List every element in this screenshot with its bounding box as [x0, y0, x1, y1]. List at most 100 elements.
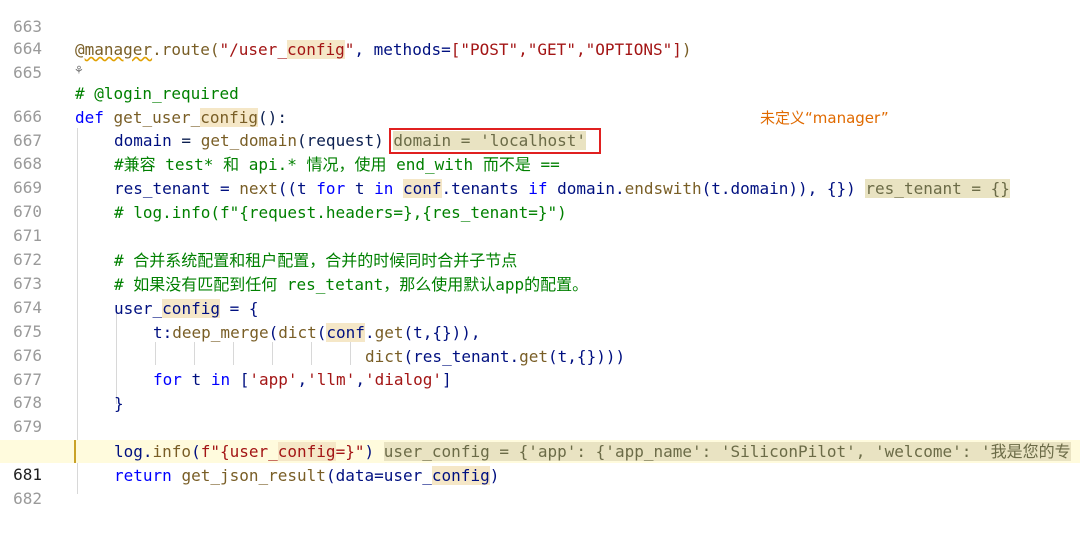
code-editor[interactable]: 663 664 665 @manager.route("/user_config… [0, 0, 1080, 508]
route-close: ) [681, 40, 692, 59]
code-line[interactable]: 675 user_config = { [0, 297, 1080, 341]
config-highlight: conf [403, 179, 442, 198]
code-line[interactable]: 666 # @login_required [0, 82, 1080, 126]
function-call: get [374, 323, 404, 342]
function-call: dict [278, 323, 317, 342]
code-token: , [297, 370, 308, 389]
code-text: return get_json_result(data=user_config) [114, 464, 499, 487]
code-line[interactable]: 679 } [0, 392, 1080, 436]
route-string-end: " [344, 40, 355, 59]
config-highlight: config [277, 442, 336, 461]
code-token: ( [268, 323, 279, 342]
code-token: ] [442, 370, 452, 389]
code-token: ) [364, 442, 375, 461]
code-token: (data=user_ [325, 466, 432, 485]
code-token: .tenants [441, 179, 529, 198]
string-literal: 'app' [249, 370, 298, 389]
function-call: dict [365, 347, 404, 366]
function-name: get_user_ [113, 108, 201, 127]
comment: #兼容 test* 和 api.* 情况，使用 end_with 而不是 == [114, 155, 560, 174]
config-highlight: config [431, 466, 490, 485]
code-text: log.info(f"{user_config=}") user_config … [114, 440, 1071, 463]
function-call: info [152, 442, 192, 461]
code-line[interactable]: 665 @manager.route("/user_config", metho… [0, 38, 1080, 127]
code-text: def get_user_config(): [75, 106, 287, 129]
in-keyword: in [374, 179, 394, 198]
code-token: res_tenant = [114, 179, 240, 198]
return-keyword: return [114, 466, 172, 485]
code-line[interactable]: 672 [0, 225, 1080, 269]
code-line[interactable]: 669 #兼容 test* 和 api.* 情况，使用 end_with 而不是… [0, 153, 1080, 197]
config-highlight: config [162, 299, 220, 318]
code-token: domain. [547, 179, 625, 198]
code-token: , [355, 370, 365, 389]
code-token: (t.domain)), {}) [701, 179, 856, 198]
code-text: @manager.route("/user_config", methods=[… [75, 38, 692, 61]
for-keyword: for [153, 370, 182, 389]
code-line[interactable]: 664 [0, 14, 1080, 58]
string-literal: 'llm' [307, 370, 356, 389]
if-keyword: if [528, 179, 548, 198]
variable: domain [114, 131, 172, 150]
config-highlight: conf [326, 323, 365, 342]
code-line[interactable]: 673 # 合并系统配置和租户配置，合并的时候同时合并子节点 [0, 249, 1080, 293]
code-line[interactable]: 671 # log.info(f"{request.headers=},{res… [0, 201, 1080, 245]
code-text: dict(res_tenant.get(t,{}))) [365, 345, 625, 368]
function-call: deep_merge [172, 323, 269, 342]
code-text: user_config = { [114, 297, 259, 320]
comment: # @login_required [75, 84, 239, 103]
def-keyword: def [75, 108, 104, 127]
decorator-at: @ [75, 40, 85, 59]
function-call: next [239, 179, 278, 198]
code-token: t [345, 179, 375, 198]
code-line[interactable]: 677 dict(res_tenant.get(t,{}))) [0, 345, 1080, 389]
line-number: 665 [13, 63, 42, 82]
inlay-value-hint: res_tenant = {} [865, 179, 1010, 198]
string-literal: 'dialog' [364, 370, 443, 389]
code-token: t: [153, 323, 173, 342]
code-token: [ [230, 370, 250, 389]
code-token: ( [191, 442, 201, 461]
code-line[interactable]: 676 t:deep_merge(dict(conf.get(t,{})), [0, 321, 1080, 365]
fstring: f"{user_ [200, 442, 278, 461]
code-line[interactable]: 674 # 如果没有匹配到任何 res_tetant，那么使用默认app的配置。 [0, 273, 1080, 317]
config-highlight: config [200, 108, 259, 127]
code-line[interactable]: 663 [0, 0, 1080, 36]
code-token: . [364, 323, 375, 342]
function-call: get_domain [200, 131, 298, 150]
function-signature: (): [258, 108, 287, 127]
code-token: (res_tenant. [403, 347, 520, 366]
code-token: = { [219, 299, 259, 318]
code-token: (t,{})), [403, 323, 481, 342]
comment: # 如果没有匹配到任何 res_tetant，那么使用默认app的配置。 [114, 275, 589, 294]
comment: # 合并系统配置和租户配置，合并的时候同时合并子节点 [114, 251, 518, 270]
fstring-end: =}" [335, 442, 365, 461]
route-string: "/user_ [219, 40, 287, 59]
for-keyword: for [316, 179, 346, 198]
code-lens-icon[interactable]: ⚘ [75, 62, 83, 80]
code-text: } [114, 394, 124, 413]
methods-arg: , methods= [354, 40, 451, 59]
current-code-line[interactable]: 681 log.info(f"{user_config=}") user_con… [0, 440, 1080, 484]
code-token: ( [316, 323, 327, 342]
function-call: get [519, 347, 549, 366]
code-text: for t in ['app','llm','dialog'] [153, 368, 452, 391]
annotation-box [389, 128, 601, 154]
call-args: (request) [297, 131, 384, 150]
comment: # log.info(f"{request.headers=},{res_ten… [114, 203, 567, 222]
inlay-value-hint: user_config = {'app': {'app_name': 'Sili… [383, 442, 1071, 461]
code-line[interactable]: 682 return get_json_result(data=user_con… [0, 464, 1080, 508]
code-line[interactable]: 680 [0, 416, 1080, 460]
operator: = [171, 131, 201, 150]
code-token: log. [114, 442, 153, 461]
decorator-name: manager [84, 40, 153, 59]
line-number: 682 [13, 489, 42, 508]
code-line[interactable]: 667 def get_user_config(): [0, 106, 1080, 150]
methods-list: ["POST","GET","OPTIONS"] [450, 40, 682, 59]
function-call: get_json_result [181, 466, 326, 485]
code-line[interactable]: 678 for t in ['app','llm','dialog'] [0, 368, 1080, 412]
in-keyword: in [210, 370, 231, 389]
code-line[interactable]: 670 res_tenant = next((t for t in conf.t… [0, 177, 1080, 221]
